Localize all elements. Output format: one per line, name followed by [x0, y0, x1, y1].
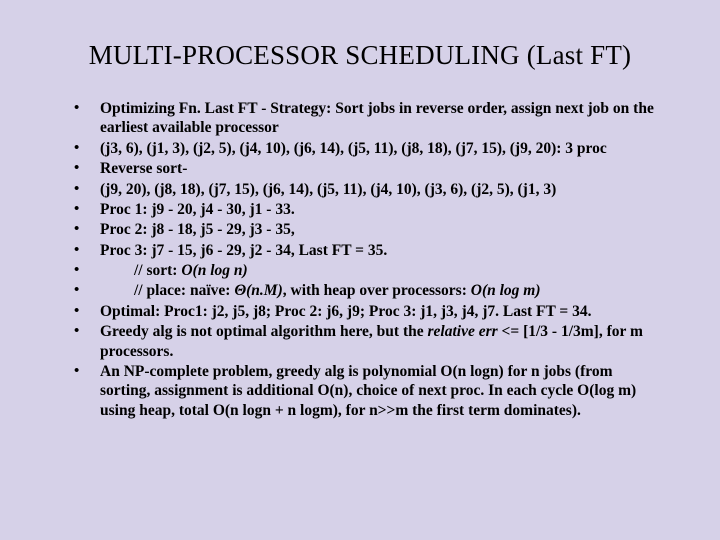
list-item: // place: naïve: Θ(n.M), with heap over …: [68, 281, 664, 300]
list-item: (j3, 6), (j1, 3), (j2, 5), (j4, 10), (j6…: [68, 139, 664, 158]
place-prefix: // place: naïve:: [134, 282, 234, 299]
slide: MULTI-PROCESSOR SCHEDULING (Last FT) Opt…: [0, 0, 720, 540]
page-title: MULTI-PROCESSOR SCHEDULING (Last FT): [48, 40, 672, 71]
list-item: Optimal: Proc1: j2, j5, j8; Proc 2: j6, …: [68, 302, 664, 321]
indent-text: // place: naïve: Θ(n.M), with heap over …: [100, 282, 541, 299]
bullet-list: Optimizing Fn. Last FT - Strategy: Sort …: [48, 99, 672, 420]
list-item: (j9, 20), (j8, 18), (j7, 15), (j6, 14), …: [68, 180, 664, 199]
list-item: Proc 2: j8 - 18, j5 - 29, j3 - 35,: [68, 220, 664, 239]
list-item: Optimizing Fn. Last FT - Strategy: Sort …: [68, 99, 664, 138]
list-item: // sort: O(n log n): [68, 261, 664, 280]
place-heap: O(n log m): [471, 282, 541, 299]
indent-text: // sort: O(n log n): [100, 262, 248, 279]
list-item: Proc 1: j9 - 20, j4 - 30, j1 - 33.: [68, 200, 664, 219]
greedy-text-a: Greedy alg is not optimal algorithm here…: [100, 323, 428, 340]
list-item: Reverse sort-: [68, 159, 664, 178]
relative-err: relative err: [428, 323, 498, 340]
place-mid: , with heap over processors:: [283, 282, 471, 299]
sort-prefix: // sort:: [134, 262, 181, 279]
sort-complexity: O(n log n): [181, 262, 247, 279]
place-theta: Θ(n.M): [234, 282, 282, 299]
list-item: An NP-complete problem, greedy alg is po…: [68, 362, 664, 420]
list-item: Greedy alg is not optimal algorithm here…: [68, 322, 664, 361]
list-item: Proc 3: j7 - 15, j6 - 29, j2 - 34, Last …: [68, 241, 664, 260]
